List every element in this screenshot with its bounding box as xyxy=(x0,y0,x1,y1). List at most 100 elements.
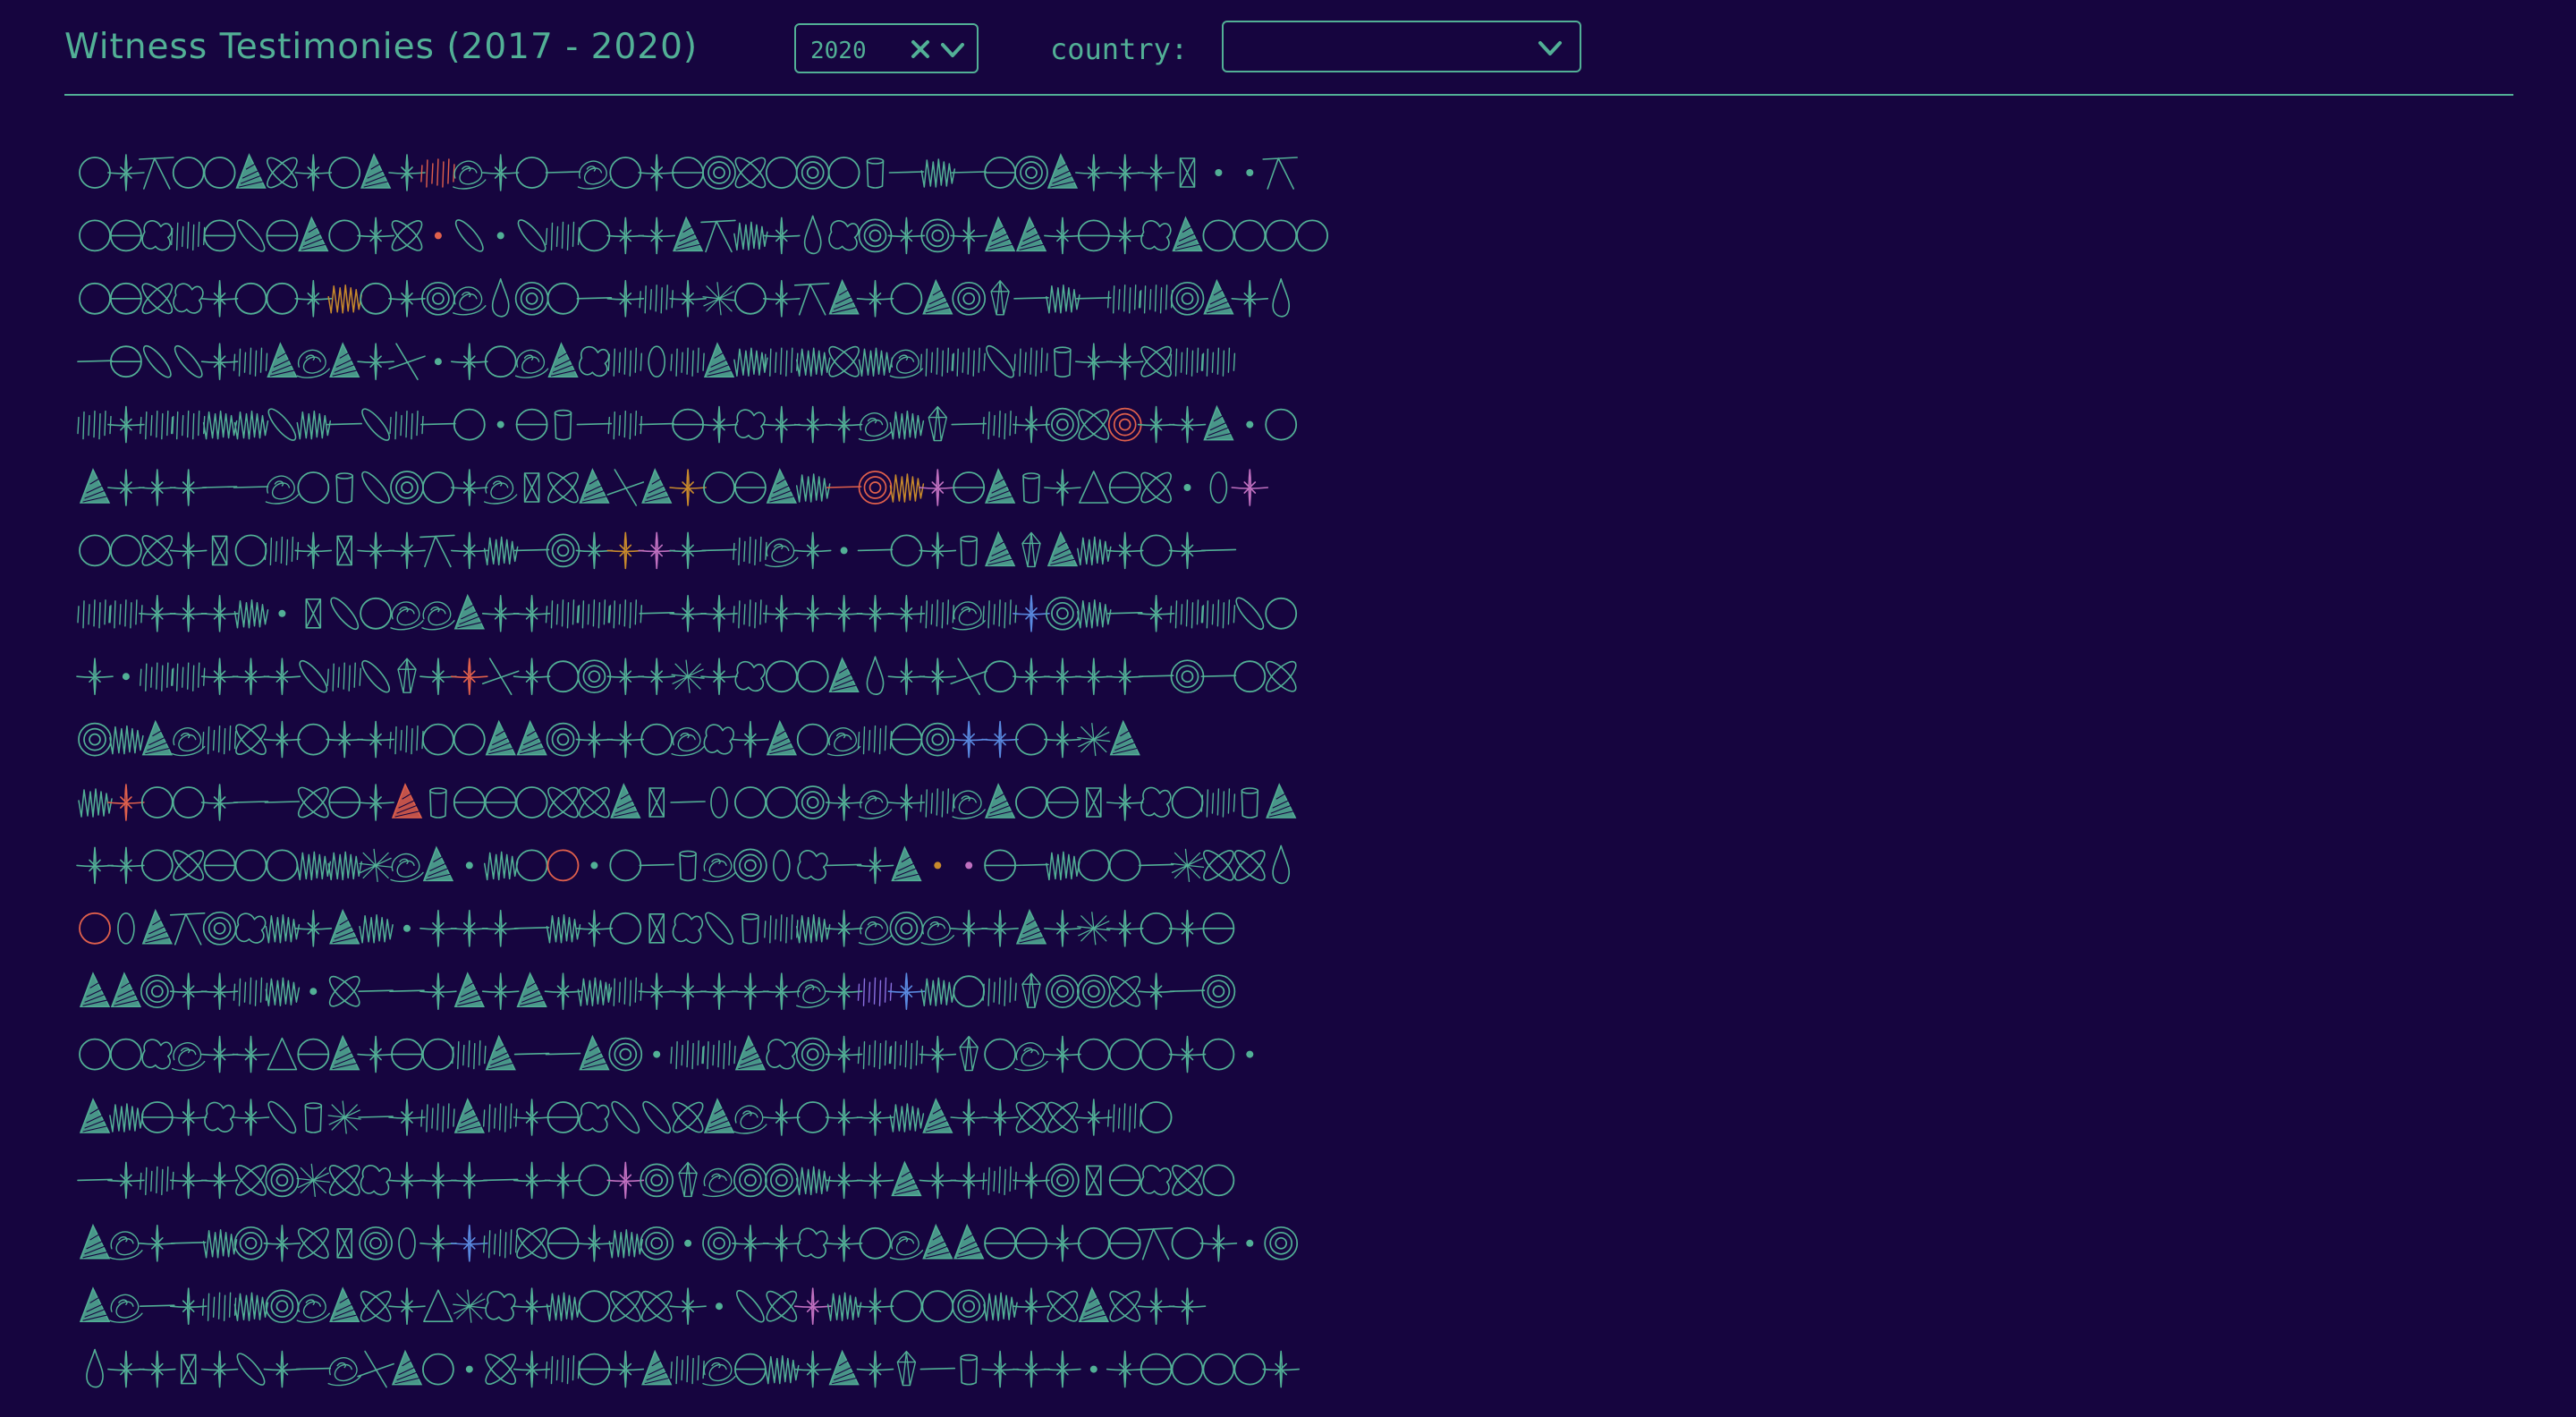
circle-glyph[interactable] xyxy=(890,534,923,567)
circle-glyph[interactable] xyxy=(1296,219,1328,252)
swirl-glyph[interactable] xyxy=(109,1294,143,1323)
sparkle-glyph[interactable] xyxy=(419,1225,457,1262)
target-glyph[interactable] xyxy=(920,722,955,757)
sparkle-glyph[interactable] xyxy=(732,1225,769,1262)
circle-glyph[interactable] xyxy=(1233,219,1267,252)
slash-x-glyph[interactable] xyxy=(481,658,520,696)
zigzag-glyph[interactable] xyxy=(327,284,362,314)
swirl-glyph[interactable] xyxy=(702,1357,736,1387)
triangle-glyph[interactable] xyxy=(329,342,360,378)
scribble-glyph[interactable] xyxy=(1169,347,1205,377)
circle-glyph[interactable] xyxy=(79,219,111,252)
scribble-glyph[interactable] xyxy=(545,221,580,251)
split-circle-glyph[interactable] xyxy=(515,408,548,441)
sparkle-glyph[interactable] xyxy=(825,972,863,1010)
split-circle-glyph[interactable] xyxy=(1015,1226,1047,1260)
triangle-glyph[interactable] xyxy=(953,1223,985,1260)
drop-glyph[interactable] xyxy=(491,277,510,318)
circle-glyph[interactable] xyxy=(1077,1038,1110,1071)
sparkle-glyph[interactable] xyxy=(825,405,863,444)
split-circle-glyph[interactable] xyxy=(1140,1353,1173,1386)
triangle-glyph[interactable] xyxy=(298,216,329,252)
sparkle-glyph[interactable] xyxy=(638,154,676,191)
cross-ellipse-glyph[interactable] xyxy=(1075,405,1113,443)
ellipse-glyph[interactable] xyxy=(398,1227,416,1260)
sparkle-glyph[interactable] xyxy=(357,1035,394,1073)
target-glyph[interactable] xyxy=(514,281,549,316)
triangle-glyph[interactable] xyxy=(79,1223,111,1260)
sparkle-glyph[interactable] xyxy=(357,531,394,570)
rect-x-glyph[interactable] xyxy=(336,535,353,566)
triangle-glyph[interactable] xyxy=(453,593,485,630)
drop-glyph[interactable] xyxy=(866,656,885,695)
split-circle-glyph[interactable] xyxy=(547,1226,580,1260)
sparkle-glyph[interactable] xyxy=(1013,658,1050,696)
sparkle-glyph[interactable] xyxy=(606,658,645,696)
dash-glyph[interactable] xyxy=(140,1304,175,1307)
circle-glyph[interactable] xyxy=(79,534,111,567)
circle-glyph[interactable] xyxy=(515,157,548,189)
sparkle-glyph[interactable] xyxy=(762,594,801,632)
sparkle-glyph[interactable] xyxy=(669,279,707,318)
triangle-glyph[interactable] xyxy=(985,783,1016,819)
dash-glyph[interactable] xyxy=(482,1178,519,1182)
sparkle-glyph[interactable] xyxy=(732,720,769,759)
split-circle-glyph[interactable] xyxy=(484,786,517,819)
sparkle-glyph[interactable] xyxy=(825,594,863,632)
leaf-glyph[interactable] xyxy=(233,1350,268,1388)
gem-glyph[interactable] xyxy=(928,405,948,442)
sparkle-glyph[interactable] xyxy=(1106,531,1144,570)
scribble-glyph[interactable] xyxy=(483,1229,518,1259)
circle-glyph[interactable] xyxy=(1202,219,1235,252)
triangle-glyph[interactable] xyxy=(547,342,579,378)
triangle-glyph[interactable] xyxy=(985,530,1016,567)
target-glyph[interactable] xyxy=(889,911,924,946)
target-glyph[interactable] xyxy=(952,1289,987,1324)
split-circle-glyph[interactable] xyxy=(578,1353,611,1386)
dash-glyph[interactable] xyxy=(951,171,987,174)
triangle-glyph[interactable] xyxy=(485,719,516,756)
cross-ellipse-glyph[interactable] xyxy=(139,280,176,318)
dash-glyph[interactable] xyxy=(1200,548,1237,552)
swirl-glyph[interactable] xyxy=(702,853,736,882)
triangle-glyph[interactable] xyxy=(1015,908,1047,945)
dot-glyph[interactable] xyxy=(465,861,473,870)
sparkle-glyph[interactable] xyxy=(200,784,239,821)
cross-ellipse-glyph[interactable] xyxy=(606,1287,644,1325)
sparkle-glyph[interactable] xyxy=(481,910,520,947)
slash-x-glyph[interactable] xyxy=(357,1350,394,1388)
circle-glyph[interactable] xyxy=(734,282,767,315)
sparkle-glyph[interactable] xyxy=(169,531,208,570)
cylinder-glyph[interactable] xyxy=(866,157,885,189)
sparkle-glyph[interactable] xyxy=(450,343,488,381)
cylinder-glyph[interactable] xyxy=(304,1102,323,1133)
zigzag-glyph[interactable] xyxy=(546,914,581,944)
gem-glyph[interactable] xyxy=(990,280,1010,316)
sparkle-glyph[interactable] xyxy=(1168,531,1207,570)
sparkle-glyph[interactable] xyxy=(1075,343,1113,381)
circle-glyph[interactable] xyxy=(172,157,205,189)
scribble-glyph[interactable] xyxy=(764,914,799,944)
triangle-glyph[interactable] xyxy=(329,1034,360,1071)
sparkle-glyph[interactable] xyxy=(419,1161,457,1200)
dash-glyph[interactable] xyxy=(1013,296,1049,300)
sparkle-glyph[interactable] xyxy=(481,594,520,632)
sparkle-glyph[interactable] xyxy=(200,658,239,696)
triangle-glyph[interactable] xyxy=(1015,216,1047,252)
dash-glyph[interactable] xyxy=(389,989,425,992)
swirl-glyph[interactable] xyxy=(952,601,986,631)
sparkle-glyph[interactable] xyxy=(793,1287,832,1325)
circle-glyph[interactable] xyxy=(266,282,299,315)
swirl-glyph[interactable] xyxy=(514,349,549,378)
triangle-glyph[interactable] xyxy=(891,845,922,882)
sparkle-glyph[interactable] xyxy=(107,1161,145,1200)
sparkle-glyph[interactable] xyxy=(856,594,894,632)
circle-glyph[interactable] xyxy=(1171,1226,1204,1260)
split-circle-glyph[interactable] xyxy=(1202,912,1235,945)
dot-glyph[interactable] xyxy=(434,358,442,366)
circle-glyph[interactable] xyxy=(1140,534,1173,567)
sparkle-glyph[interactable] xyxy=(1013,1350,1050,1388)
cross-ellipse-glyph[interactable] xyxy=(326,972,363,1010)
sparkle-glyph[interactable] xyxy=(825,784,863,821)
dot-glyph[interactable] xyxy=(1246,1239,1254,1247)
